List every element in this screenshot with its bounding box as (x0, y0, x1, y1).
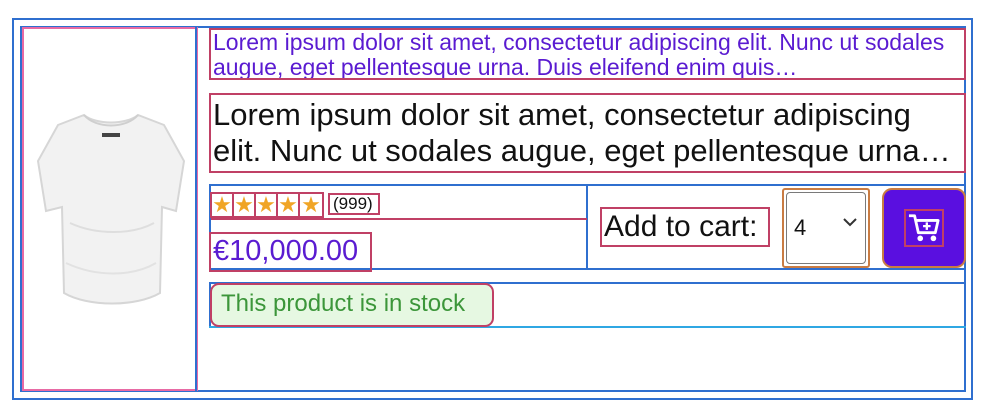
star-icon: ★ (301, 192, 321, 217)
star-icon: ★ (256, 194, 278, 216)
add-to-cart-icon (904, 209, 944, 247)
purchase-row-divider (586, 185, 588, 269)
quantity-select[interactable]: 4 (786, 192, 866, 264)
rating-count[interactable]: (999) (328, 193, 380, 215)
star-icon: ★ (278, 194, 300, 216)
product-description: Lorem ipsum dolor sit amet, consectetur … (209, 93, 966, 173)
add-to-cart-button[interactable] (882, 188, 966, 268)
product-image[interactable] (36, 103, 186, 313)
rating-separator (211, 218, 587, 220)
star-icon: ★ (234, 194, 256, 216)
star-icon: ★ (212, 194, 234, 216)
star-rating: ★ ★ ★ ★ ★ (210, 192, 324, 218)
cart-plus-icon (908, 214, 940, 242)
chevron-down-icon (843, 218, 857, 227)
product-image-column (22, 27, 198, 391)
product-price: €10,000.00 (209, 232, 372, 272)
product-title-link[interactable]: Lorem ipsum dolor sit amet, consectetur … (209, 28, 966, 80)
stock-status-badge: This product is in stock (210, 283, 494, 327)
image-column-divider (195, 27, 197, 391)
add-to-cart-label: Add to cart: (600, 207, 770, 247)
quantity-value: 4 (794, 215, 807, 240)
